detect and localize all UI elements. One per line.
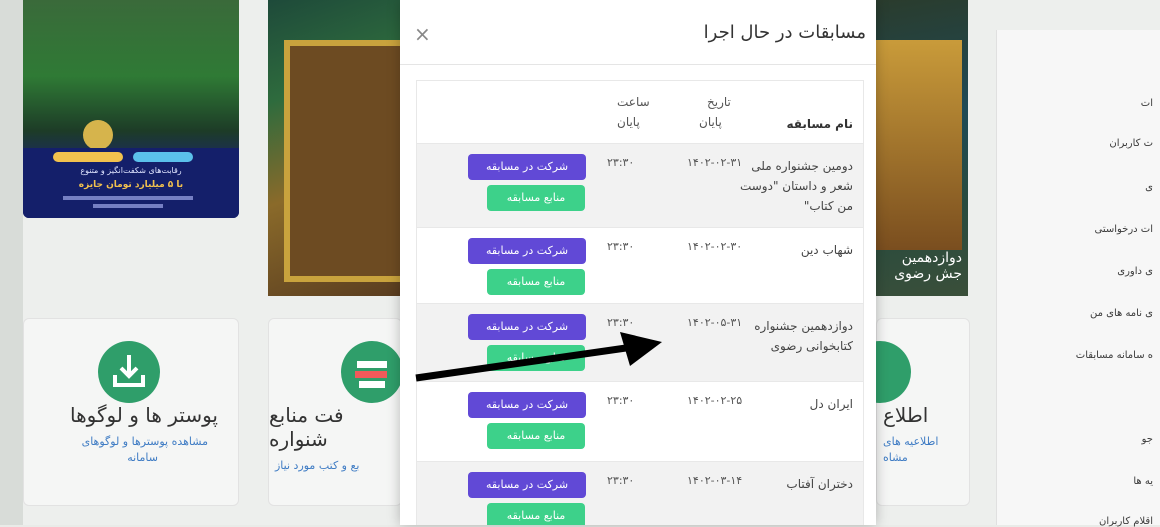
- header-end-time-1: ساعت: [617, 95, 650, 109]
- join-contest-button[interactable]: شرکت در مسابقه: [468, 238, 586, 264]
- modal-header: مسابقات در حال اجرا ×: [400, 0, 876, 65]
- contest-end-time: ۲۳:۳۰: [607, 474, 635, 487]
- sidebar-item[interactable]: ات: [1141, 98, 1153, 109]
- sidebar-item[interactable]: یه ها: [1133, 476, 1153, 487]
- contest-name: شهاب دین: [800, 243, 853, 257]
- posters-card[interactable]: پوستر ها و لوگوها مشاهده پوسترها و لوگوه…: [23, 318, 239, 506]
- resources-card-sub[interactable]: بع و کتب مورد نیاز: [275, 459, 359, 472]
- festival-image: [876, 40, 962, 250]
- contest-name: دومین جشنواره ملی شعر و داستان "دوست من …: [739, 159, 853, 213]
- sidebar-item[interactable]: ه سامانه مسابقات: [1076, 350, 1153, 361]
- festival-poster[interactable]: دوازدهمین جش رضوی: [876, 0, 968, 296]
- annotation-arrow: [415, 332, 662, 382]
- announcements-card[interactable]: اطلاع اطلاعیه های مشاه: [849, 318, 970, 506]
- contest-end-date: ۱۴۰۲-۰۵-۳۱: [687, 316, 743, 329]
- sidebar-item[interactable]: ی: [1145, 182, 1153, 193]
- table-row: شهاب دین ۱۴۰۲-۰۲-۳۰ ۲۳:۳۰ شرکت در مسابقه…: [417, 227, 863, 304]
- resources-card-title: فت منابع: [269, 403, 344, 427]
- posters-card-sub[interactable]: مشاهده پوسترها و لوگوهای: [82, 435, 208, 448]
- poster-pill: [53, 152, 123, 162]
- contest-resources-button[interactable]: منابع مسابقه: [487, 269, 585, 295]
- sidebar-item[interactable]: جو: [1142, 434, 1153, 445]
- download-icon: [98, 341, 160, 403]
- contest-resources-button[interactable]: منابع مسابقه: [487, 503, 585, 525]
- contest-name: ایران دل: [809, 397, 853, 411]
- football-image: [83, 120, 113, 150]
- book-frame-image: [284, 40, 400, 282]
- contest-end-time: ۲۳:۳۰: [607, 394, 635, 407]
- posters-card-sub[interactable]: سامانه: [127, 451, 158, 464]
- join-contest-button[interactable]: شرکت در مسابقه: [468, 392, 586, 418]
- header-end-time-2: پایان: [617, 115, 640, 129]
- sidebar-item[interactable]: ت کاربران: [1109, 138, 1153, 149]
- table-row: دختران آفتاب ۱۴۰۲-۰۳-۱۴ ۲۳:۳۰ شرکت در مس…: [417, 461, 863, 525]
- resources-card[interactable]: فت منابع شنواره بع و کتب مورد نیاز: [268, 318, 403, 506]
- contest-name: دوازدهمین جشنواره کتابخوانی رضوی: [754, 319, 853, 353]
- poster-pill: [133, 152, 193, 162]
- contest-end-time: ۲۳:۳۰: [607, 240, 635, 253]
- table-row: ایران دل ۱۴۰۲-۰۲-۲۵ ۲۳:۳۰ شرکت در مسابقه…: [417, 381, 863, 462]
- running-contests-modal: مسابقات در حال اجرا × نام مسابقه تاریخ پ…: [400, 0, 876, 525]
- resources-card-title-2: شنواره: [269, 427, 328, 451]
- contest-end-date: ۱۴۰۲-۰۲-۳۱: [687, 156, 743, 169]
- contest-end-date: ۱۴۰۲-۰۲-۳۰: [687, 240, 743, 253]
- sidebar-item[interactable]: ی نامه های من: [1090, 308, 1153, 319]
- contest-resources-button[interactable]: منابع مسابقه: [487, 423, 585, 449]
- contest-end-time: ۲۳:۳۰: [607, 316, 635, 329]
- announcements-card-sub[interactable]: مشاه: [883, 451, 908, 464]
- right-sidebar: ات ت کاربران ی ات درخواستی ی داوری ی نام…: [996, 30, 1160, 527]
- close-icon[interactable]: ×: [414, 22, 431, 46]
- modal-title: مسابقات در حال اجرا: [703, 22, 866, 43]
- announcements-card-title: اطلاع: [883, 403, 929, 427]
- contest-end-date: ۱۴۰۲-۰۲-۲۵: [687, 394, 743, 407]
- contest-resources-button[interactable]: منابع مسابقه: [487, 185, 585, 211]
- contest-end-date: ۱۴۰۲-۰۳-۱۴: [687, 474, 743, 487]
- poster-line: [93, 204, 163, 208]
- contest-end-time: ۲۳:۳۰: [607, 156, 635, 169]
- books-icon: [341, 341, 403, 403]
- join-contest-button[interactable]: شرکت در مسابقه: [468, 472, 586, 498]
- festival-poster-caption: دوازدهمین جش رضوی: [894, 250, 962, 282]
- sidebar-item[interactable]: اقلام کاربران: [1099, 516, 1153, 527]
- book-poster[interactable]: [268, 0, 400, 296]
- join-contest-button[interactable]: شرکت در مسابقه: [468, 154, 586, 180]
- header-end-date-2: پایان: [699, 115, 722, 129]
- football-poster[interactable]: رقابت‌های شکفت‌انگیز و متنوع با ۵ میلیار…: [23, 0, 239, 218]
- poster-line: [63, 196, 193, 200]
- poster-ribbon-text: رقابت‌های شکفت‌انگیز و متنوع: [80, 166, 182, 175]
- sidebar-item[interactable]: ی داوری: [1117, 266, 1153, 277]
- header-contest-name: نام مسابقه: [786, 117, 853, 131]
- contests-table: نام مسابقه تاریخ پایان ساعت پایان دومین …: [416, 80, 864, 525]
- sidebar-item[interactable]: ات درخواستی: [1094, 224, 1153, 235]
- poster-highlight-text: با ۵ میلیارد تومان جایزه: [78, 180, 184, 190]
- table-row: دومین جشنواره ملی شعر و داستان "دوست من …: [417, 143, 863, 228]
- left-strip: [0, 0, 23, 525]
- header-end-date-1: تاریخ: [707, 95, 731, 109]
- posters-card-title: پوستر ها و لوگوها: [69, 403, 218, 427]
- contest-name: دختران آفتاب: [786, 477, 853, 491]
- announcements-card-sub[interactable]: اطلاعیه های: [883, 435, 938, 448]
